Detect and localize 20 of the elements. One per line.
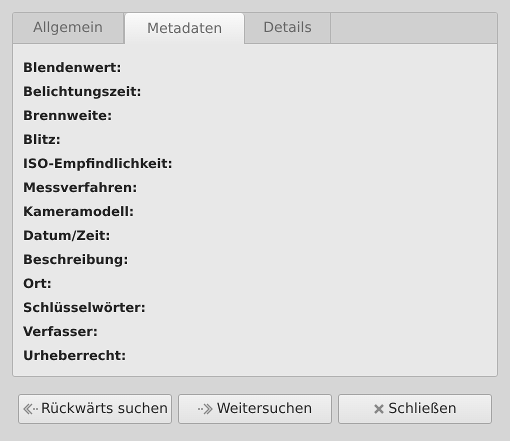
field-label: Datum/Zeit: (23, 228, 112, 246)
tab[interactable]: Metadaten (124, 13, 246, 44)
field-label: Verfasser: (23, 324, 99, 342)
field-label: Brennweite: (23, 108, 114, 126)
forward-arrow-icon (198, 402, 214, 416)
field-label: Ort: (23, 276, 53, 294)
field-label: Urheberrecht: (23, 348, 128, 366)
forward-button[interactable]: Weitersuchen (178, 394, 332, 424)
field-label: Beschreibung: (23, 252, 130, 270)
close-icon (373, 403, 386, 415)
field-label: Blitz: (23, 132, 62, 150)
close-button[interactable]: Schließen (338, 394, 492, 424)
back-arrow-icon (22, 402, 38, 416)
field-label: ISO-Empfindlichkeit: (23, 156, 174, 174)
field-label: Schlüsselwörter: (23, 300, 147, 318)
field-label: Kameramodell: (23, 204, 136, 222)
back-button[interactable]: Rückwärts suchen (18, 394, 172, 424)
field-label: Belichtungszeit: (23, 84, 143, 102)
field-label: Blendenwert: (23, 60, 122, 78)
field-label: Messverfahren: (23, 180, 138, 198)
